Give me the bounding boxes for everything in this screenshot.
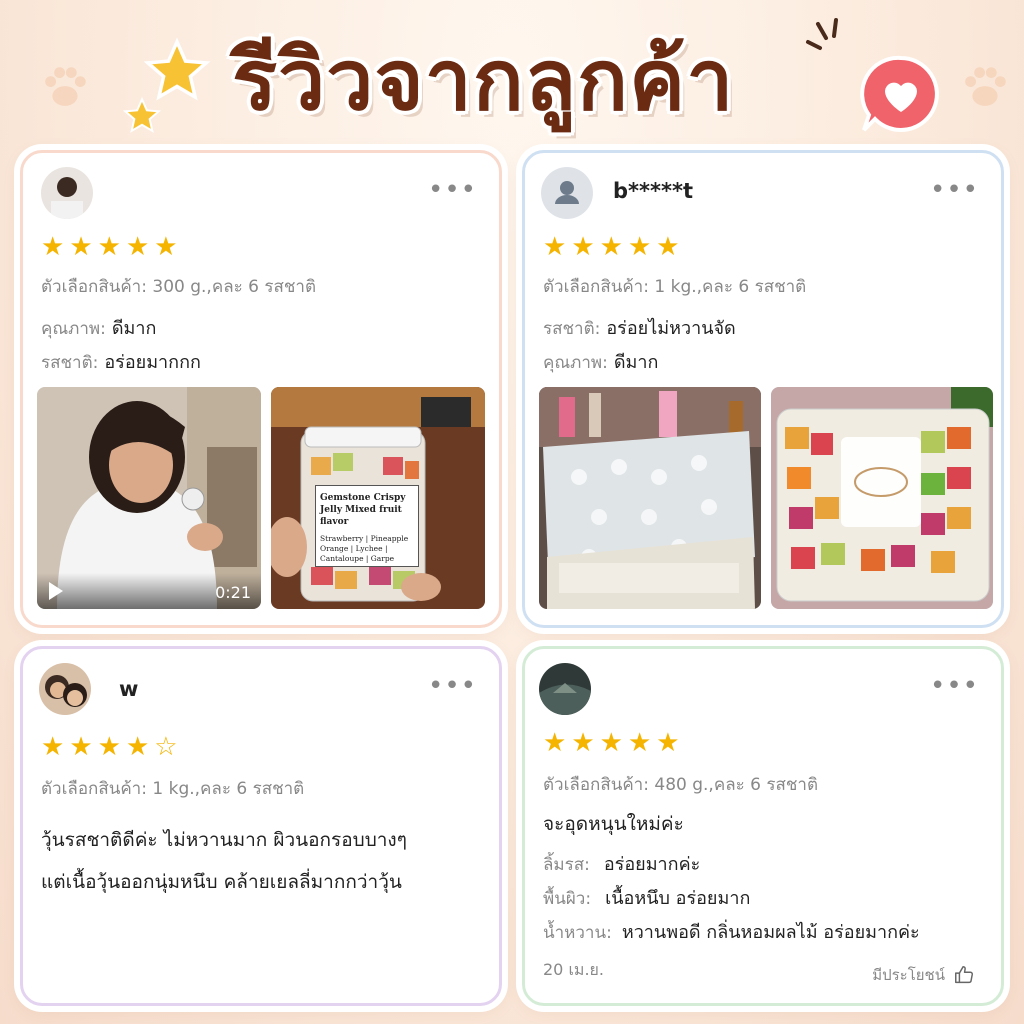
- star-icon: ★: [543, 728, 567, 758]
- review-video[interactable]: 0:21: [37, 387, 261, 609]
- review-headline: จะอุดหนุนใหม่ค่ะ: [543, 813, 684, 835]
- review-detail: คุณภาพ: ดีมาก: [543, 352, 659, 373]
- star-icon: [122, 96, 162, 133]
- rating-stars: ★ ★ ★ ★ ★: [41, 233, 178, 261]
- more-dots-icon[interactable]: •••: [930, 177, 979, 203]
- star-icon: ★: [69, 732, 93, 762]
- paw-icon: [958, 60, 1012, 114]
- more-dots-icon[interactable]: •••: [428, 673, 477, 699]
- page-title: รีวิวจากลูกค้า: [232, 31, 735, 129]
- rating-stars: ★ ★ ★ ★ ☆: [41, 733, 178, 761]
- review-date: 20 เม.ย.: [543, 960, 605, 979]
- review-detail: รสชาติ: อร่อยไม่หวานจัด: [543, 318, 736, 339]
- review-card: b*****t ••• ★ ★ ★ ★ ★ ตัวเลือกสินค้า: 1 kg.,…: [522, 150, 1004, 628]
- product-option: ตัวเลือกสินค้า: 1 kg.,คละ 6 รสชาติ: [543, 277, 807, 297]
- star-icon: ★: [41, 732, 65, 762]
- avatar: [39, 663, 91, 715]
- star-icon: ★: [97, 232, 121, 262]
- sparkle-icon: [806, 18, 838, 50]
- star-icon: ★: [571, 232, 595, 262]
- more-dots-icon[interactable]: •••: [428, 177, 477, 203]
- default-user-icon: [541, 167, 593, 219]
- rating-stars: ★ ★ ★ ★ ★: [543, 233, 680, 261]
- header: รีวิวจากลูกค้า: [0, 0, 1024, 150]
- star-icon: ★: [41, 232, 65, 262]
- video-duration: 0:21: [215, 583, 251, 602]
- star-icon: ☆: [154, 732, 178, 762]
- review-photo[interactable]: Gemstone Crispy Jelly Mixed fruit flavor…: [271, 387, 485, 609]
- review-card: w ••• ★ ★ ★ ★ ☆ ตัวเลือกสินค้า: 1 kg.,คละ 6 …: [20, 646, 502, 1006]
- review-card: ••• ★ ★ ★ ★ ★ ตัวเลือกสินค้า: 480 g.,คละ 6 ร…: [522, 646, 1004, 1006]
- username: w: [119, 677, 139, 701]
- review-detail: ลิ้มรส: อร่อยมากค่ะ: [543, 854, 701, 875]
- star-icon: ★: [627, 232, 652, 262]
- star-icon: ★: [69, 232, 93, 262]
- star-icon: ★: [125, 732, 150, 762]
- product-option: ตัวเลือกสินค้า: 1 kg.,คละ 6 รสชาติ: [41, 779, 305, 799]
- star-icon: ★: [154, 232, 178, 262]
- product-label: Gemstone Crispy Jelly Mixed fruit flavor…: [315, 485, 419, 567]
- helpful-button[interactable]: มีประโยชน์: [872, 963, 975, 987]
- star-icon: ★: [656, 232, 680, 262]
- username: b*****t: [613, 179, 693, 203]
- star-icon: ★: [97, 732, 121, 762]
- star-icon: ★: [543, 232, 567, 262]
- play-icon[interactable]: [49, 582, 63, 600]
- avatar: [539, 663, 591, 715]
- product-option: ตัวเลือกสินค้า: 300 g.,คละ 6 รสชาติ: [41, 277, 316, 297]
- helpful-label: มีประโยชน์: [872, 966, 945, 984]
- thumbs-up-icon[interactable]: [953, 964, 975, 986]
- review-detail: พื้นผิว: เนื้อหนึบ อร่อยมาก: [543, 888, 751, 909]
- star-icon: ★: [627, 728, 652, 758]
- review-photo[interactable]: [539, 387, 761, 609]
- star-icon: ★: [125, 232, 150, 262]
- heart-bubble-icon: [860, 55, 939, 132]
- star-icon: ★: [656, 728, 680, 758]
- rating-stars: ★ ★ ★ ★ ★: [543, 729, 680, 757]
- product-option: ตัวเลือกสินค้า: 480 g.,คละ 6 รสชาติ: [543, 775, 818, 795]
- review-photo[interactable]: [771, 387, 993, 609]
- review-detail: น้ำหวาน: หวานพอดี กลิ่นหอมผลไม้ อร่อยมากค…: [543, 922, 920, 943]
- review-card: ••• ★ ★ ★ ★ ★ ตัวเลือกสินค้า: 300 g.,คละ 6 ร…: [20, 150, 502, 628]
- more-dots-icon[interactable]: •••: [930, 673, 979, 699]
- star-icon: ★: [599, 728, 623, 758]
- review-text: วุ้นรสชาติดีค่ะ ไม่หวานมาก ผิวนอกรอบบางๆ…: [41, 829, 407, 893]
- review-detail: คุณภาพ: ดีมาก: [41, 318, 157, 339]
- review-detail: รสชาติ: อร่อยมากกก: [41, 352, 201, 373]
- avatar: [41, 167, 93, 219]
- star-icon: ★: [599, 232, 623, 262]
- paw-icon: [38, 60, 92, 114]
- star-icon: ★: [571, 728, 595, 758]
